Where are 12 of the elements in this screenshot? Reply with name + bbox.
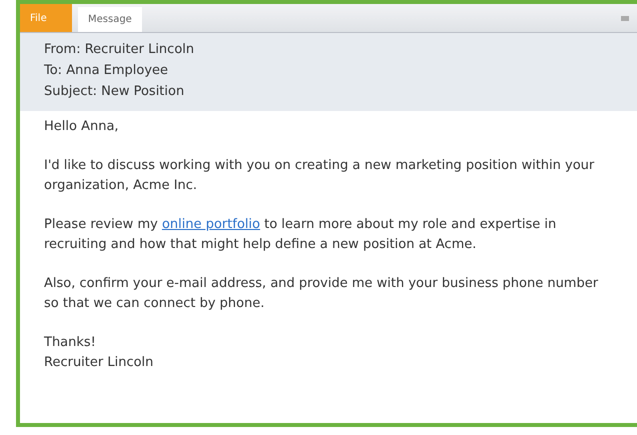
subject-line: Subject: New Position (44, 83, 186, 101)
portfolio-link[interactable]: online portfolio (162, 217, 260, 232)
signature-line: Recruiter Lincoln (44, 354, 154, 372)
paragraph: Also, confirm your e-mail address, and provide me with your business phone number so that we can connect by phone. (44, 275, 600, 313)
minimize-icon[interactable] (621, 15, 629, 21)
to-line: To: Anna Employee (44, 62, 170, 80)
from-line: From: Recruiter Lincoln (44, 41, 196, 59)
paragraph: Hello Anna, (44, 118, 120, 136)
paragraph: I'd like to discuss working with you on creating a new marketing position within your organization, Acme Inc. (44, 157, 596, 195)
paragraph: Please review my online portfolio to learn more about my role and expertise in recruiting and how that might help define a new position at Acme. (44, 216, 558, 254)
signature-line: Thanks! (44, 334, 97, 352)
tab[interactable]: Message (78, 7, 142, 32)
